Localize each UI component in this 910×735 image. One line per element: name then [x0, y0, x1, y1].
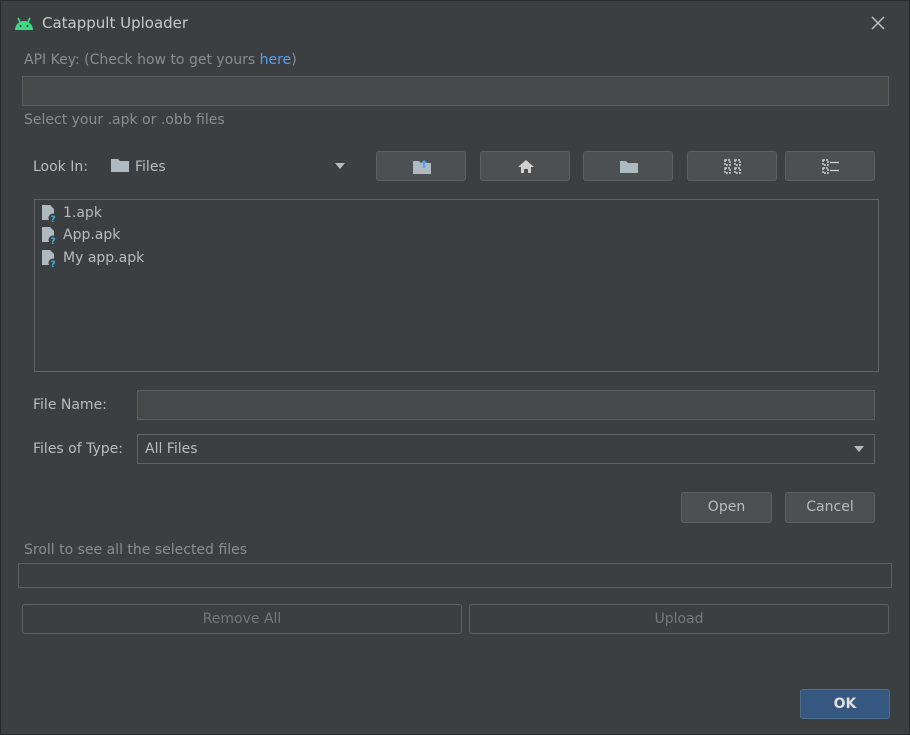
home-button[interactable] [480, 151, 570, 181]
svg-text:?: ? [50, 215, 55, 223]
files-of-type-value: All Files [145, 441, 198, 457]
uploader-dialog: Catappult Uploader API Key: (Check how t… [0, 0, 910, 735]
window-title: Catappult Uploader [42, 14, 189, 32]
api-key-label-suffix: ) [291, 52, 297, 68]
unknown-file-icon: ? [42, 250, 58, 268]
list-view-button[interactable] [687, 151, 777, 181]
selected-files-list[interactable] [18, 563, 892, 588]
android-icon [15, 17, 33, 30]
files-of-type-label: Files of Type: [33, 441, 123, 457]
selected-files-label: Sroll to see all the selected files [24, 542, 248, 558]
file-list[interactable]: ? 1.apk ? App.apk ? My app.apk [34, 199, 879, 372]
new-folder-button[interactable] [583, 151, 673, 181]
unknown-file-icon: ? [42, 227, 58, 245]
select-files-label: Select your .apk or .obb files [24, 112, 225, 128]
api-key-input[interactable] [22, 76, 889, 106]
folder-icon [111, 159, 129, 172]
file-item[interactable]: ? 1.apk [40, 203, 200, 225]
new-folder-icon [620, 161, 638, 173]
remove-all-button[interactable]: Remove All [22, 604, 462, 634]
files-of-type-select[interactable]: All Files [137, 434, 875, 464]
cancel-button[interactable]: Cancel [785, 492, 875, 523]
chevron-down-icon [854, 446, 864, 452]
file-item[interactable]: ? App.apk [40, 225, 200, 247]
api-key-label: API Key: (Check how to get yours here) [24, 52, 297, 68]
file-name: 1.apk [63, 205, 102, 221]
up-folder-icon [413, 160, 431, 174]
file-name: App.apk [63, 227, 121, 243]
chevron-down-icon [335, 163, 345, 169]
look-in-label: Look In: [33, 159, 88, 175]
svg-text:?: ? [50, 237, 55, 245]
look-in-value: Files [135, 159, 166, 175]
unknown-file-icon: ? [42, 205, 58, 223]
upload-button[interactable]: Upload [469, 604, 889, 634]
file-name-label: File Name: [33, 397, 107, 413]
api-key-label-text: API Key: (Check how to get yours [24, 52, 260, 68]
close-icon[interactable] [867, 12, 889, 34]
details-view-button[interactable] [785, 151, 875, 181]
file-name: My app.apk [63, 250, 145, 266]
look-in-combo[interactable]: Files [109, 155, 359, 179]
title-bar[interactable]: Catappult Uploader [1, 1, 909, 45]
api-key-help-link[interactable]: here [260, 52, 292, 68]
home-icon [518, 160, 534, 173]
open-button[interactable]: Open [681, 492, 772, 523]
up-one-level-button[interactable] [376, 151, 466, 181]
list-view-icon [724, 159, 741, 174]
file-name-input[interactable] [137, 390, 875, 420]
file-item[interactable]: ? My app.apk [40, 248, 200, 270]
svg-text:?: ? [50, 260, 55, 268]
details-view-icon [822, 159, 839, 174]
ok-button[interactable]: OK [800, 689, 890, 719]
